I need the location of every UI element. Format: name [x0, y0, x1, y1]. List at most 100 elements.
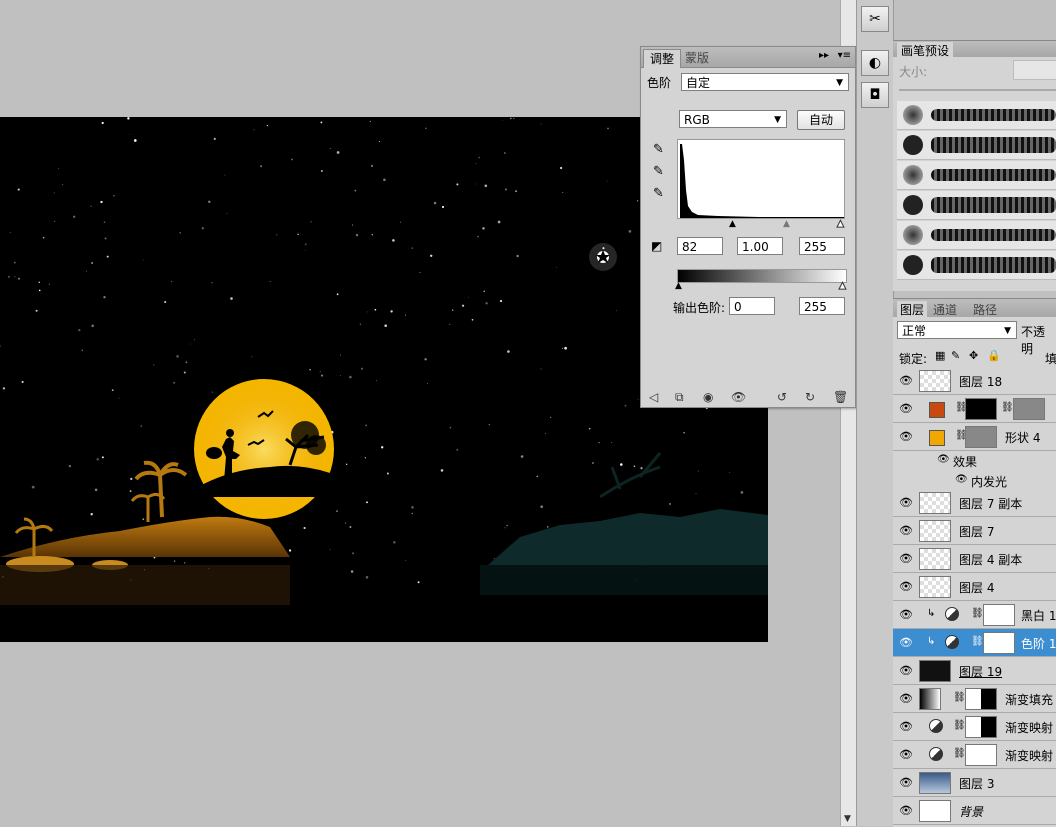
layer-row[interactable]: 👁 图层 7 — [893, 517, 1056, 545]
input-black-field[interactable]: 82 — [677, 237, 723, 255]
eye-icon[interactable]: 👁 — [937, 454, 950, 465]
layers-panel: 图层 通道 路径 正常 ▼ 不透明 锁定: ▦ ✎ ✥ 🔒 填 👁 图层 18 … — [893, 298, 1056, 827]
chain-icon[interactable]: ⛓ — [953, 692, 966, 703]
lock-pixels-icon[interactable]: ✎ — [951, 349, 960, 362]
layer-row[interactable]: 👁 ⛓ ⛓ — [893, 395, 1056, 423]
star — [607, 127, 609, 130]
black-eyedropper-icon[interactable]: ✎ — [653, 143, 667, 157]
eye-icon[interactable]: 👁 — [899, 552, 913, 565]
eye-icon[interactable]: 👁 — [899, 692, 913, 705]
brush-size-field[interactable] — [1013, 60, 1056, 80]
brush-preset-item[interactable] — [897, 101, 1056, 130]
layer-row[interactable]: 👁 图层 19 — [893, 657, 1056, 685]
eye-icon[interactable]: 👁 — [899, 664, 913, 677]
white-point-handle[interactable]: ▲ — [837, 219, 845, 230]
tab-channels[interactable]: 通道 — [933, 301, 957, 318]
eye-icon[interactable]: 👁 — [899, 720, 913, 733]
chain-icon[interactable]: ⛓ — [1001, 402, 1014, 413]
back-arrow-icon[interactable]: ◁ — [649, 390, 658, 404]
eye-icon[interactable]: 👁 — [899, 748, 913, 761]
chain-icon[interactable]: ⛓ — [953, 748, 966, 759]
collapse-icon[interactable]: ▸▸ — [819, 50, 829, 61]
channel-dropdown[interactable]: RGB ▼ — [679, 110, 787, 128]
chain-icon[interactable]: ⛓ — [971, 636, 984, 647]
star — [405, 314, 407, 316]
expand-view-icon[interactable]: ⧉ — [675, 390, 684, 405]
tab-paths[interactable]: 路径 — [973, 301, 997, 318]
eye-icon[interactable]: 👁 — [899, 580, 913, 593]
effects-row[interactable]: 👁 效果 — [893, 451, 1056, 471]
input-levels-slider[interactable]: ▲ ▲ ▲ — [677, 219, 845, 230]
chain-icon[interactable]: ⛓ — [953, 720, 966, 731]
white-eyedropper-icon[interactable]: ✎ — [653, 187, 667, 201]
blend-mode-dropdown[interactable]: 正常 ▼ — [897, 321, 1017, 339]
input-gamma-field[interactable]: 1.00 — [737, 237, 783, 255]
input-white-field[interactable]: 255 — [799, 237, 845, 255]
layer-row[interactable]: 👁 背景 — [893, 797, 1056, 825]
eye-icon[interactable]: 👁 — [899, 374, 913, 387]
layer-row[interactable]: 👁 图层 7 副本 — [893, 489, 1056, 517]
clipping-warning-icon[interactable]: ◩ — [651, 239, 662, 253]
output-white-field[interactable]: 255 — [799, 297, 845, 315]
move-icon[interactable]: ✥ — [969, 349, 978, 362]
output-white-handle[interactable]: ▲ — [839, 281, 847, 292]
eye-icon[interactable]: 👁 — [955, 474, 968, 485]
lock-icon[interactable]: 🔒 — [987, 349, 1001, 362]
fill-color-swatch[interactable] — [929, 402, 945, 418]
eye-icon[interactable]: 👁 — [899, 776, 913, 789]
brush-preset-item[interactable] — [897, 161, 1056, 190]
star — [461, 304, 465, 307]
layer-row[interactable]: 👁 ⛓ 形状 4 — [893, 423, 1056, 451]
eye-icon[interactable]: 👁 — [899, 496, 913, 509]
black-point-handle[interactable]: ▲ — [729, 219, 736, 229]
eye-icon[interactable]: 👁 — [731, 390, 746, 404]
reset-icon[interactable]: ↻ — [805, 390, 815, 404]
output-black-handle[interactable]: ▲ — [675, 281, 682, 291]
layer-row[interactable]: 👁 ⛓ 渐变映射 — [893, 713, 1056, 741]
brush-icon[interactable]: ◐ — [861, 50, 889, 76]
scroll-down-icon[interactable]: ▼ — [844, 814, 851, 824]
eye-icon[interactable]: 👁 — [899, 524, 913, 537]
panel-menu-icon[interactable]: ▾≡ — [838, 50, 851, 61]
layer-row[interactable]: 👁 图层 3 — [893, 769, 1056, 797]
layer-row[interactable]: 👁 ⛓ 渐变映射 — [893, 741, 1056, 769]
star — [637, 399, 639, 400]
eye-icon[interactable]: 👁 — [899, 804, 913, 817]
fill-color-swatch[interactable] — [929, 430, 945, 446]
lock-transparent-icon[interactable]: ▦ — [935, 349, 945, 362]
layer-row[interactable]: 👁 图层 18 — [893, 367, 1056, 395]
auto-button[interactable]: 自动 — [797, 110, 845, 130]
layer-row[interactable]: 👁 ⛓ 渐变填充 — [893, 685, 1056, 713]
brush-size-slider[interactable] — [899, 89, 1056, 91]
layer-row[interactable]: 👁 ↳ ⛓ 黑白 1 — [893, 601, 1056, 629]
layer-row[interactable]: 👁 图层 4 副本 — [893, 545, 1056, 573]
eye-icon[interactable]: 👁 — [899, 402, 913, 415]
preset-dropdown[interactable]: 自定 ▼ — [681, 73, 849, 91]
star — [392, 239, 395, 242]
brush-preset-item[interactable] — [897, 251, 1056, 280]
tab-layers[interactable]: 图层 — [897, 301, 928, 318]
brush-preset-item[interactable] — [897, 191, 1056, 220]
tools-icon[interactable]: ✂ — [861, 6, 889, 32]
star — [101, 456, 104, 459]
trash-icon[interactable]: 🗑 — [833, 390, 848, 404]
gamma-handle[interactable]: ▲ — [783, 219, 790, 229]
tab-brush-presets[interactable]: 画笔预设 — [897, 42, 954, 59]
layer-row-selected[interactable]: 👁 ↳ ⛓ 色阶 1 — [893, 629, 1056, 657]
tab-masks[interactable]: 蒙版 — [679, 49, 715, 67]
chain-icon[interactable]: ⛓ — [971, 608, 984, 619]
star — [430, 254, 433, 257]
eye-icon[interactable]: 👁 — [899, 636, 913, 649]
eye-icon[interactable]: 👁 — [899, 430, 913, 443]
clip-to-layer-icon[interactable]: ◉ — [703, 390, 713, 404]
eye-icon[interactable]: 👁 — [899, 608, 913, 621]
star — [346, 463, 348, 465]
gray-eyedropper-icon[interactable]: ✎ — [653, 165, 667, 179]
output-black-field[interactable]: 0 — [729, 297, 775, 315]
brush-preset-item[interactable] — [897, 221, 1056, 250]
previous-state-icon[interactable]: ↺ — [777, 390, 787, 404]
tab-adjustments[interactable]: 调整 — [643, 49, 682, 68]
brush-preset-item[interactable] — [897, 131, 1056, 160]
clone-source-icon[interactable]: ◘ — [861, 82, 889, 108]
layer-row[interactable]: 👁 图层 4 — [893, 573, 1056, 601]
